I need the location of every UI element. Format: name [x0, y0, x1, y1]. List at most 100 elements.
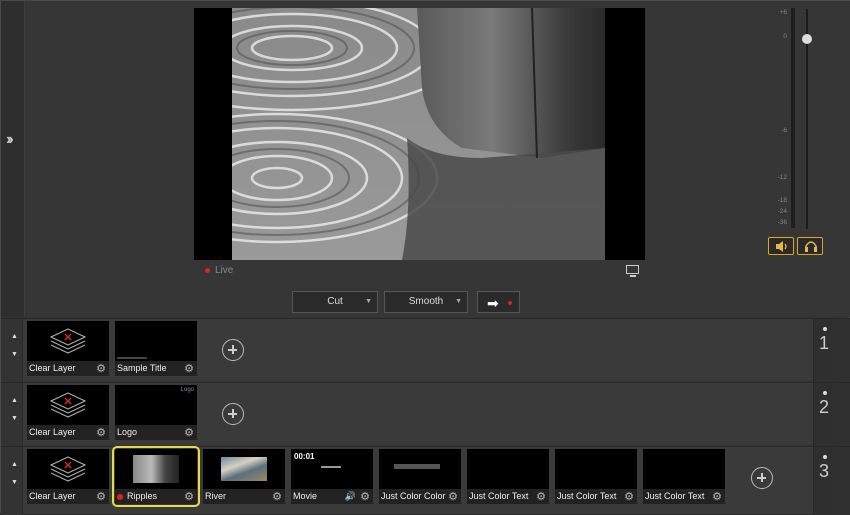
- clip-ripples[interactable]: Ripples ⚙: [112, 446, 200, 507]
- clip-label: Just Color Color: [381, 491, 446, 501]
- audio-meter-scale: +6 0 -6 -12 -18 -24 -36: [767, 7, 789, 232]
- take-button[interactable]: ➡: [477, 291, 520, 313]
- move-down-icon[interactable]: ▼: [11, 351, 18, 358]
- layer-dot-icon: [823, 327, 827, 331]
- preview-image: [232, 8, 605, 260]
- gear-icon[interactable]: ⚙: [712, 490, 722, 503]
- move-down-icon[interactable]: ▼: [11, 479, 18, 486]
- clip-logo[interactable]: Logo Logo ⚙: [115, 385, 197, 440]
- ripples-thumbnail: [133, 455, 179, 483]
- gear-icon[interactable]: ⚙: [360, 490, 370, 503]
- double-chevron-right-icon: ››: [6, 131, 13, 148]
- live-dot-icon: [117, 493, 123, 500]
- layer-number-label: 2: [819, 397, 830, 417]
- clip-label: Clear Layer: [29, 363, 76, 373]
- movie-timecode: 00:01: [294, 452, 315, 461]
- meter-tick: 0: [783, 33, 787, 40]
- live-label: Live: [215, 265, 234, 276]
- layer-dot-icon: [823, 391, 827, 395]
- gear-icon[interactable]: ⚙: [536, 490, 546, 503]
- monitor-icon[interactable]: [626, 265, 640, 277]
- preview-area: ›› Live Cut ▼ Smooth ▼ ➡ +6 0 -6 -12 -18…: [1, 1, 850, 317]
- clip-label: Logo: [117, 427, 138, 437]
- clip-label: Clear Layer: [29, 427, 76, 437]
- cut-dropdown[interactable]: Cut ▼: [292, 291, 378, 313]
- clip-label: River: [205, 491, 227, 501]
- gear-icon[interactable]: ⚙: [184, 426, 194, 439]
- add-clip-button[interactable]: [751, 467, 773, 489]
- speaker-icon[interactable]: 🔊: [345, 491, 356, 502]
- gear-icon[interactable]: ⚙: [184, 362, 194, 375]
- clip-clear-layer[interactable]: Clear Layer ⚙: [27, 321, 109, 376]
- move-down-icon[interactable]: ▼: [11, 415, 18, 422]
- add-clip-button[interactable]: [222, 339, 244, 361]
- movie-thumb-line: [321, 466, 341, 468]
- smooth-dropdown[interactable]: Smooth ▼: [384, 291, 468, 313]
- audio-level-meter: [791, 8, 795, 228]
- caret-down-icon: ▼: [365, 298, 372, 305]
- layer-row-2: ▲ ▼ Clear Layer ⚙ Logo Logo ⚙ 2: [1, 382, 850, 446]
- meter-tick: -18: [777, 197, 787, 204]
- clip-just-color-text[interactable]: Just Color Text ⚙: [467, 449, 549, 504]
- move-up-icon[interactable]: ▲: [11, 333, 18, 340]
- headphones-icon: [805, 241, 817, 252]
- color-thumb-bar: [394, 464, 440, 469]
- gear-icon[interactable]: ⚙: [96, 362, 106, 375]
- gear-icon[interactable]: ⚙: [184, 490, 194, 503]
- clip-clear-layer[interactable]: Clear Layer ⚙: [27, 385, 109, 440]
- scrollbar[interactable]: [837, 383, 850, 446]
- arrow-right-icon: ➡: [487, 295, 499, 311]
- layer-number: 3: [813, 447, 837, 515]
- layers-stack-icon: [49, 392, 87, 418]
- clip-clear-layer[interactable]: Clear Layer ⚙: [27, 449, 109, 504]
- live-preview: [194, 8, 645, 260]
- layer-number-label: 3: [819, 461, 830, 481]
- layer-row-3: ▲ ▼ Clear Layer ⚙ Ripples ⚙ River ⚙ 00:0…: [1, 446, 850, 515]
- scrollbar[interactable]: [837, 319, 850, 382]
- speaker-button[interactable]: [768, 237, 794, 255]
- meter-tick: -36: [777, 219, 787, 226]
- clip-label: Just Color Text: [645, 491, 705, 501]
- clip-label: Ripples: [127, 491, 158, 501]
- layer-order-controls: ▲ ▼: [1, 319, 23, 382]
- live-indicator: Live: [205, 265, 233, 276]
- clip-just-color-text[interactable]: Just Color Text ⚙: [643, 449, 725, 504]
- gear-icon[interactable]: ⚙: [96, 490, 106, 503]
- layers-stack-icon: [49, 328, 87, 354]
- clip-label: Clear Layer: [29, 491, 76, 501]
- caret-down-icon: ▼: [455, 298, 462, 305]
- cut-label: Cut: [327, 296, 343, 307]
- headphones-button[interactable]: [797, 237, 823, 255]
- move-up-icon[interactable]: ▲: [11, 461, 18, 468]
- meter-tick: -12: [777, 174, 787, 181]
- layer-order-controls: ▲ ▼: [1, 383, 23, 446]
- add-clip-button[interactable]: [222, 403, 244, 425]
- layer-dot-icon: [823, 455, 827, 459]
- clip-label: Movie: [293, 491, 318, 501]
- layers-stack-icon: [49, 456, 87, 482]
- scrollbar[interactable]: [837, 447, 850, 515]
- layer-order-controls: ▲ ▼: [1, 447, 23, 515]
- clip-sample-title[interactable]: Sample Title ⚙: [115, 321, 197, 376]
- clip-label: Sample Title: [117, 363, 167, 373]
- clip-just-color-text[interactable]: Just Color Text ⚙: [555, 449, 637, 504]
- meter-tick: -24: [777, 208, 787, 215]
- gear-icon[interactable]: ⚙: [272, 490, 282, 503]
- move-up-icon[interactable]: ▲: [11, 397, 18, 404]
- meter-tick: -6: [781, 127, 787, 134]
- volume-slider-knob[interactable]: [802, 34, 812, 44]
- app-window: ›› Live Cut ▼ Smooth ▼ ➡ +6 0 -6 -12 -18…: [0, 0, 850, 515]
- gear-icon[interactable]: ⚙: [96, 426, 106, 439]
- layer-row-1: ▲ ▼ Clear Layer ⚙ Sample Title ⚙ 1: [1, 318, 850, 382]
- clip-just-color-color[interactable]: Just Color Color ⚙: [379, 449, 461, 504]
- live-dot-icon: [508, 301, 512, 305]
- gear-icon[interactable]: ⚙: [624, 490, 634, 503]
- clip-movie[interactable]: 00:01 Movie 🔊 ⚙: [291, 449, 373, 504]
- layer-number: 2: [813, 383, 837, 446]
- clip-river[interactable]: River ⚙: [203, 449, 285, 504]
- title-thumb-line: [117, 357, 147, 359]
- expand-panel-button[interactable]: ››: [1, 1, 25, 317]
- meter-tick: +6: [779, 9, 787, 16]
- river-thumbnail: [221, 457, 267, 481]
- gear-icon[interactable]: ⚙: [448, 490, 458, 503]
